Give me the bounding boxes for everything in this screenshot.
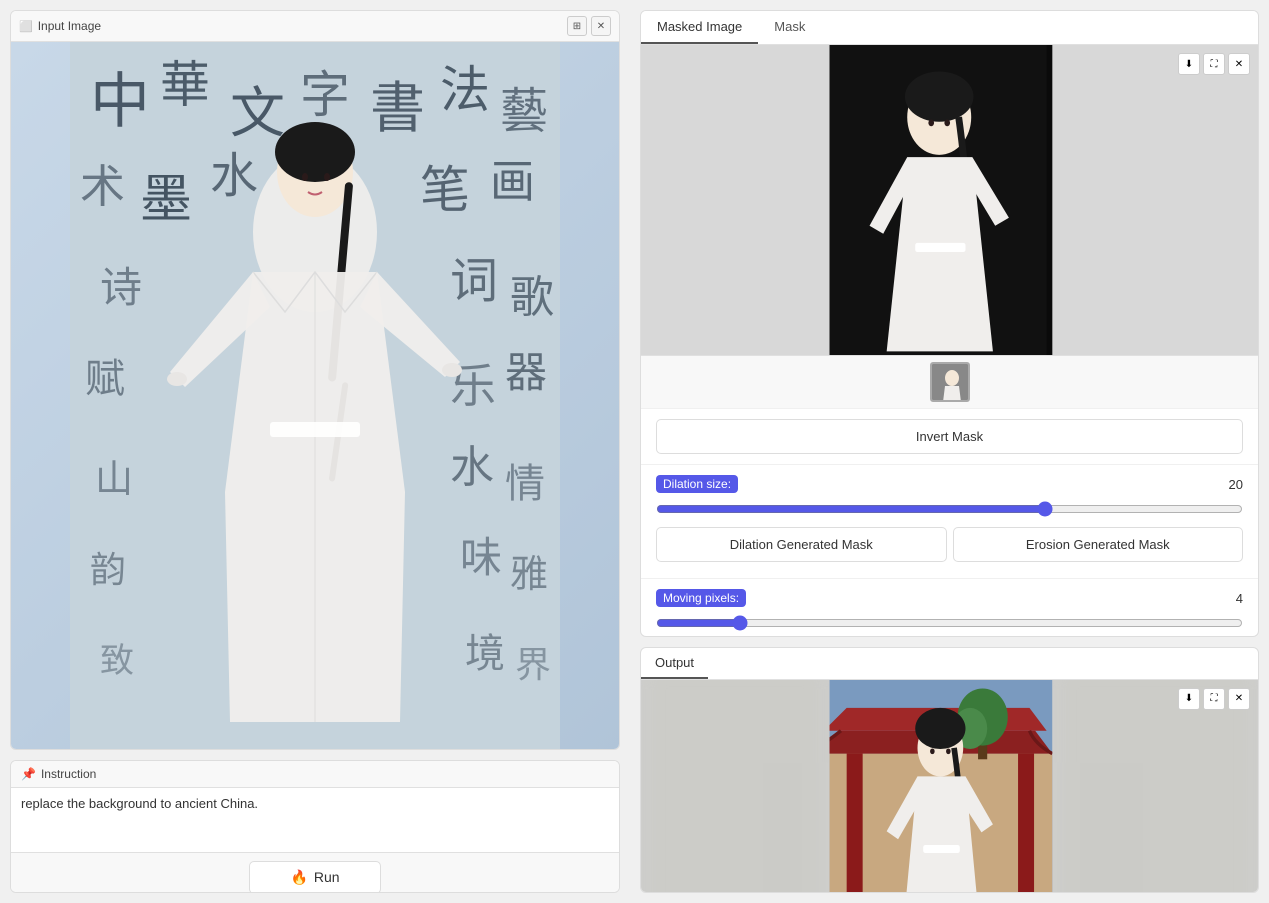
right-panel: Masked Image Mask ⬇ ⛶ ✕ bbox=[630, 0, 1269, 903]
input-image-header: ⬜ Input Image ⊞ ✕ bbox=[11, 11, 619, 42]
svg-text:境: 境 bbox=[465, 631, 505, 676]
svg-text:字: 字 bbox=[300, 67, 350, 123]
erosion-mask-button[interactable]: Erosion Generated Mask bbox=[953, 527, 1244, 562]
svg-text:文: 文 bbox=[230, 83, 285, 144]
dilation-slider-row: Dilation size: 20 bbox=[656, 475, 1243, 493]
svg-text:歌: 歌 bbox=[510, 273, 554, 322]
input-image-panel: ⬜ Input Image ⊞ ✕ 中 華 文 字 書 法 藝 术 bbox=[10, 10, 620, 750]
run-btn-container: 🔥 Run bbox=[11, 852, 619, 893]
close-icon-btn[interactable]: ✕ bbox=[591, 16, 611, 36]
svg-text:水: 水 bbox=[210, 150, 258, 203]
masked-image-icons: ⬇ ⛶ ✕ bbox=[1178, 53, 1250, 75]
output-expand-btn[interactable]: ⛶ bbox=[1203, 688, 1225, 710]
tab-mask[interactable]: Mask bbox=[758, 11, 821, 44]
svg-text:情: 情 bbox=[505, 461, 545, 506]
svg-text:词: 词 bbox=[450, 255, 498, 308]
moving-slider[interactable] bbox=[656, 615, 1243, 631]
instruction-box: 📌 Instruction replace the background to … bbox=[10, 760, 620, 893]
output-image-area: ⬇ ⛶ ✕ bbox=[641, 680, 1258, 893]
instruction-icon: 📌 bbox=[21, 767, 36, 781]
svg-text:术: 术 bbox=[80, 162, 125, 212]
svg-text:韵: 韵 bbox=[90, 550, 126, 590]
masked-image-area: ⬇ ⛶ ✕ bbox=[641, 45, 1258, 355]
masked-composite-svg bbox=[641, 45, 1258, 355]
resize-icon-btn[interactable]: ⊞ bbox=[567, 16, 587, 36]
svg-text:山: 山 bbox=[95, 459, 133, 501]
input-image-display: 中 華 文 字 書 法 藝 术 墨 水 笔 画 诗 词 歌 赋 乐 器 山 水 bbox=[11, 42, 619, 750]
svg-text:藝: 藝 bbox=[500, 85, 548, 138]
output-composite-svg bbox=[641, 680, 1258, 893]
svg-text:笔: 笔 bbox=[420, 162, 470, 218]
svg-text:赋: 赋 bbox=[85, 356, 125, 401]
output-close-btn[interactable]: ✕ bbox=[1228, 688, 1250, 710]
masked-download-btn[interactable]: ⬇ bbox=[1178, 53, 1200, 75]
run-label: Run bbox=[314, 869, 340, 885]
invert-mask-button[interactable]: Invert Mask bbox=[656, 419, 1243, 454]
svg-text:雅: 雅 bbox=[510, 554, 548, 596]
run-icon: 🔥 bbox=[290, 869, 307, 886]
right-main-box: Masked Image Mask ⬇ ⛶ ✕ bbox=[640, 10, 1259, 637]
moving-controls: Moving pixels: 4 Move Left Move Right Mo… bbox=[641, 578, 1258, 637]
svg-text:画: 画 bbox=[490, 157, 535, 207]
output-tabs: Output bbox=[641, 648, 1258, 680]
instruction-header: 📌 Instruction bbox=[11, 761, 619, 788]
dilation-value: 20 bbox=[1218, 477, 1243, 492]
tabs-bar: Masked Image Mask bbox=[641, 11, 1258, 45]
svg-text:華: 華 bbox=[160, 57, 210, 113]
tab-masked-image[interactable]: Masked Image bbox=[641, 11, 758, 44]
input-image-icon: ⬜ bbox=[19, 20, 33, 33]
instruction-textarea[interactable]: replace the background to ancient China. bbox=[11, 788, 619, 849]
moving-value: 4 bbox=[1218, 591, 1243, 606]
svg-text:诗: 诗 bbox=[100, 266, 142, 312]
thumbnail-0[interactable] bbox=[930, 362, 970, 402]
left-panel: ⬜ Input Image ⊞ ✕ 中 華 文 字 書 法 藝 术 bbox=[0, 0, 630, 903]
output-download-btn[interactable]: ⬇ bbox=[1178, 688, 1200, 710]
moving-label: Moving pixels: bbox=[656, 589, 746, 607]
input-image-title: Input Image bbox=[38, 19, 101, 33]
svg-text:中: 中 bbox=[90, 69, 150, 135]
dilation-buttons: Dilation Generated Mask Erosion Generate… bbox=[656, 527, 1243, 562]
output-tab[interactable]: Output bbox=[641, 648, 708, 679]
svg-text:致: 致 bbox=[100, 642, 134, 680]
input-image-svg: 中 華 文 字 書 法 藝 术 墨 水 笔 画 诗 词 歌 赋 乐 器 山 水 bbox=[70, 42, 560, 750]
svg-text:水: 水 bbox=[450, 443, 494, 492]
svg-text:墨: 墨 bbox=[140, 172, 192, 229]
moving-slider-row: Moving pixels: 4 bbox=[656, 589, 1243, 607]
thumbnail-strip bbox=[641, 355, 1258, 408]
masked-expand-btn[interactable]: ⛶ bbox=[1203, 53, 1225, 75]
input-image-header-icons: ⊞ ✕ bbox=[567, 16, 611, 36]
dilation-label: Dilation size: bbox=[656, 475, 738, 493]
svg-text:法: 法 bbox=[440, 62, 490, 118]
output-box: Output ⬇ ⛶ ✕ bbox=[640, 647, 1259, 893]
masked-close-btn[interactable]: ✕ bbox=[1228, 53, 1250, 75]
svg-text:器: 器 bbox=[505, 351, 547, 397]
svg-text:味: 味 bbox=[460, 536, 502, 582]
invert-mask-container: Invert Mask bbox=[641, 408, 1258, 464]
instruction-label: Instruction bbox=[41, 767, 96, 781]
output-image-icons: ⬇ ⛶ ✕ bbox=[1178, 688, 1250, 710]
input-image-header-left: ⬜ Input Image bbox=[19, 19, 101, 33]
svg-text:書: 書 bbox=[370, 78, 425, 139]
dilation-mask-button[interactable]: Dilation Generated Mask bbox=[656, 527, 947, 562]
svg-text:界: 界 bbox=[515, 645, 551, 685]
run-button[interactable]: 🔥 Run bbox=[249, 861, 380, 893]
dilation-controls: Dilation size: 20 Dilation Generated Mas… bbox=[641, 464, 1258, 578]
dilation-slider[interactable] bbox=[656, 501, 1243, 517]
